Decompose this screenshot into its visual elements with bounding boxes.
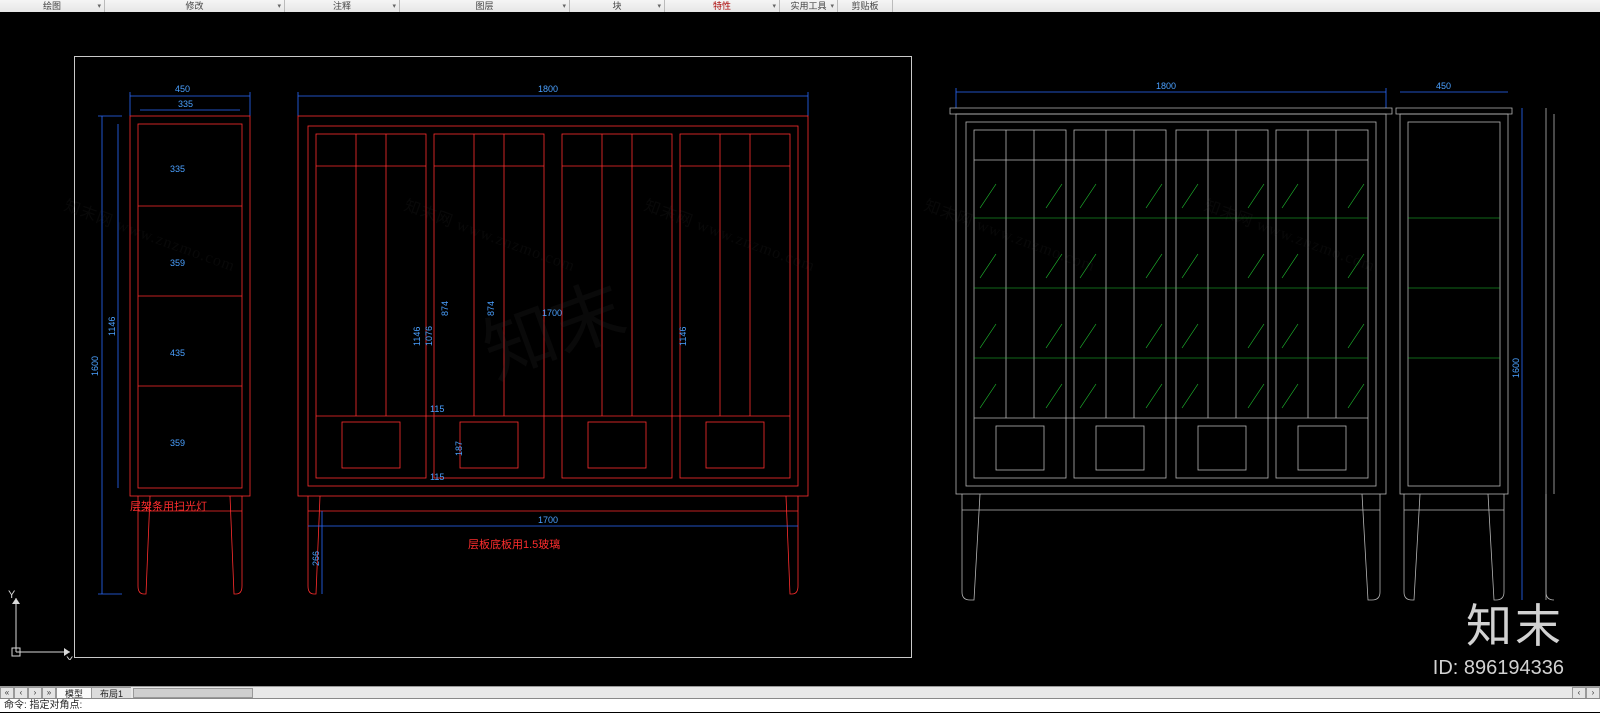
drawing-canvas[interactable]: 450 335 335 359 435 359 1600 [0,12,1600,688]
dim-187: 187 [454,441,464,456]
ribbon-panel-modify[interactable]: 修改▾ [105,0,285,12]
ribbon-panel-annotate[interactable]: 注释▾ [285,0,400,12]
dim-height-total: 1600 [90,356,100,376]
dim-right-front-width: 1800 [1156,81,1176,91]
model-tabs-scrollbar: « ‹ › » 模型 布局1 ‹ › [0,686,1600,698]
ribbon-panel-clipboard[interactable]: 剪贴板 [838,0,893,12]
dim-1146a: 1146 [412,327,422,346]
tab-nav-first[interactable]: « [0,687,14,699]
dim-115a: 115 [430,404,444,414]
tab-nav-prev[interactable]: ‹ [14,687,28,699]
ucs-icon: X Y [8,590,78,660]
hscroll-track[interactable] [131,687,1572,699]
tab-nav-next[interactable]: › [28,687,42,699]
ribbon-panel-utilities[interactable]: 实用工具▾ [780,0,838,12]
dim-front-width: 1800 [538,84,558,94]
ribbon: 绘图▾ 修改▾ 注释▾ 图层▾ 块▾ 特性▾ 实用工具▾ 剪贴板 [0,0,1600,12]
dim-1076: 1076 [424,326,434,346]
layout-tabs: 模型 布局1 [56,687,131,699]
dim-side-inner: 335 [178,99,193,109]
annotation-glass: 层板底板用1.5玻璃 [468,537,560,551]
hscroll-right[interactable]: › [1586,687,1600,699]
dim-874a: 874 [440,301,450,316]
ribbon-panel-properties[interactable]: 特性▾ [665,0,780,12]
tab-nav-last[interactable]: » [42,687,56,699]
dim-right-height: 1600 [1511,358,1521,378]
dim-shelf-seg: 359 [170,258,185,268]
dim-874b: 874 [486,301,496,316]
ucs-y-label: Y [8,590,16,601]
brand-name: 知末 [1466,590,1564,656]
hscroll-thumb[interactable] [133,688,253,698]
dim-side-mid: 435 [170,348,185,358]
dim-right-side-width: 450 [1436,81,1451,91]
dim-leg: 266 [311,551,321,566]
hscroll-left[interactable]: ‹ [1572,687,1586,699]
dim-1146b: 1146 [678,327,688,346]
brand-id: ID: 896194336 [1433,657,1564,680]
dim-side-top: 335 [170,164,185,174]
ribbon-panel-layers[interactable]: 图层▾ [400,0,570,12]
dim-side-width: 450 [175,84,190,94]
tab-model[interactable]: 模型 [56,687,92,699]
dim-115b: 115 [430,472,444,482]
ribbon-panel-draw[interactable]: 绘图▾ [0,0,105,12]
ribbon-panel-block[interactable]: 块▾ [570,0,665,12]
dim-shelf-seg2: 359 [170,438,185,448]
dim-1700b: 1700 [542,308,562,318]
command-line[interactable]: 命令: 指定对角点: [0,698,1600,712]
ucs-x-label: X [66,655,74,660]
drawing-svg: 450 335 335 359 435 359 1600 [0,12,1600,688]
dim-height-shelf: 1146 [107,317,117,336]
tab-layout1[interactable]: 布局1 [91,687,132,699]
annotation-lightstrip: 层架条用扫光灯 [130,499,207,513]
dim-front-inner: 1700 [538,515,558,525]
